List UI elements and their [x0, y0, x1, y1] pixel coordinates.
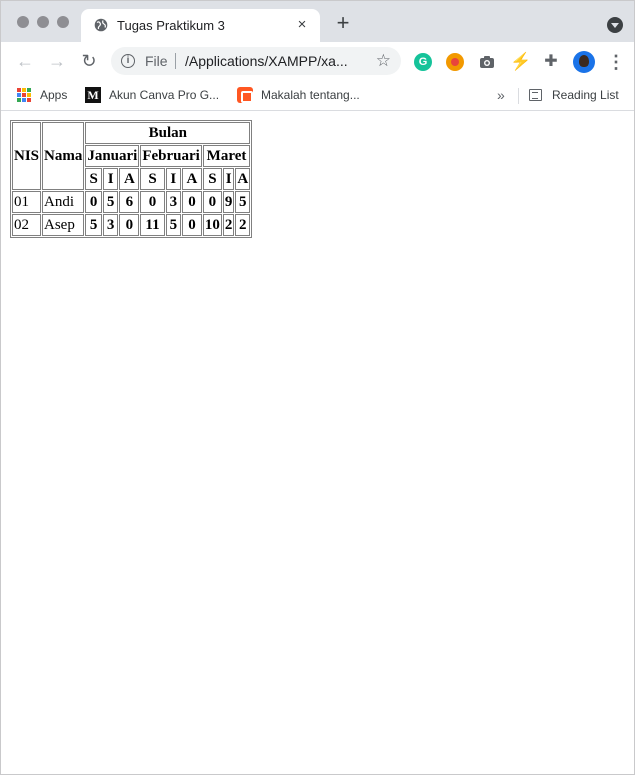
cell-nama: Andi: [42, 191, 85, 213]
cell-value: 9: [222, 191, 235, 213]
window-minimize-button[interactable]: [37, 16, 49, 28]
bookmark-makalah-label: Makalah tentang...: [261, 88, 360, 102]
menu-dots-icon[interactable]: ⋮: [607, 52, 625, 72]
page-content: NIS Nama Bulan Januari Februari Maret S …: [1, 112, 634, 774]
cell-value: 6: [119, 191, 140, 213]
header-month-januari: Januari: [85, 145, 140, 167]
cell-value: 5: [235, 191, 251, 213]
new-tab-button[interactable]: +: [333, 12, 353, 34]
cell-value: 3: [102, 214, 119, 236]
header-sub-a: A: [119, 168, 140, 190]
cell-value: 5: [102, 191, 119, 213]
reading-list-label: Reading List: [552, 88, 619, 102]
cell-value: 0: [182, 214, 202, 236]
cell-value: 3: [165, 191, 182, 213]
reading-list-button[interactable]: Reading List: [529, 85, 619, 105]
header-sub-i: I: [222, 168, 235, 190]
grammarly-extension-icon[interactable]: G: [414, 53, 432, 71]
lightning-extension-icon[interactable]: ⚡: [510, 53, 531, 71]
cell-value: 2: [222, 214, 235, 236]
profile-avatar[interactable]: [573, 51, 595, 73]
bookmark-apps[interactable]: Apps: [17, 85, 67, 105]
cell-value: 0: [202, 191, 222, 213]
header-sub-i: I: [165, 168, 182, 190]
cell-value: 0: [140, 191, 165, 213]
forward-button[interactable]: →: [47, 51, 67, 71]
bookmarks-bar: Apps M Akun Canva Pro G... Makalah tentan…: [1, 80, 634, 111]
header-month-maret: Maret: [202, 145, 251, 167]
cell-value: 5: [85, 214, 102, 236]
cell-nis: 02: [12, 214, 42, 236]
tab-title: Tugas Praktikum 3: [117, 18, 225, 33]
medium-m-icon: M: [85, 86, 101, 103]
cell-value: 0: [119, 214, 140, 236]
cell-value: 0: [182, 191, 202, 213]
window-close-button[interactable]: [17, 16, 29, 28]
bookmark-canva[interactable]: M Akun Canva Pro G...: [85, 85, 219, 105]
bookmarks-overflow-button[interactable]: »: [497, 85, 505, 105]
extensions-puzzle-icon[interactable]: ✚: [542, 53, 560, 71]
tab-strip: Tugas Praktikum 3 × +: [1, 1, 634, 42]
header-row-1: NIS Nama Bulan: [12, 122, 251, 190]
bookmark-apps-label: Apps: [40, 88, 68, 102]
header-bulan: Bulan: [85, 122, 251, 144]
info-icon[interactable]: i: [121, 54, 135, 68]
tab-active[interactable]: Tugas Praktikum 3 ×: [81, 9, 320, 42]
header-sub-s: S: [85, 168, 102, 190]
url-divider: [175, 53, 176, 69]
bookmark-makalah[interactable]: Makalah tentang...: [237, 85, 360, 105]
extension-orange-icon[interactable]: [446, 53, 464, 71]
toolbar: ← → ↻ i File /Applications/XAMPP/xa... ☆…: [1, 42, 634, 80]
cell-value: 5: [165, 214, 182, 236]
cell-nis: 01: [12, 191, 42, 213]
cell-nama: Asep: [42, 214, 85, 236]
camera-extension-icon[interactable]: [478, 53, 496, 71]
bookmark-star-icon[interactable]: ☆: [376, 51, 391, 71]
header-nis: NIS: [12, 122, 42, 190]
cell-value: 2: [235, 214, 251, 236]
cell-value: 0: [85, 191, 102, 213]
apps-grid-icon: [17, 87, 31, 102]
tab-close-icon[interactable]: ×: [294, 17, 310, 33]
header-month-februari: Februari: [140, 145, 202, 167]
header-sub-s: S: [202, 168, 222, 190]
url-text[interactable]: /Applications/XAMPP/xa...: [185, 53, 361, 69]
window-maximize-button[interactable]: [57, 16, 69, 28]
table-row: 01 Andi 0 5 6 0 3 0 0 9 5: [12, 191, 251, 213]
table-row: 02 Asep 5 3 0 11 5 0 10 2 2: [12, 214, 251, 236]
cell-value: 10: [202, 214, 222, 236]
browser-window: Tugas Praktikum 3 × + ← → ↻ i File /Appl…: [0, 0, 635, 775]
back-button[interactable]: ←: [15, 51, 35, 71]
tab-search-icon[interactable]: [607, 17, 623, 33]
bookmarks-divider: [518, 88, 519, 104]
reload-button[interactable]: ↻: [79, 51, 99, 71]
header-sub-a: A: [182, 168, 202, 190]
globe-icon: [94, 18, 108, 32]
attendance-table: NIS Nama Bulan Januari Februari Maret S …: [10, 120, 253, 238]
cell-value: 11: [140, 214, 165, 236]
header-sub-i: I: [102, 168, 119, 190]
address-bar[interactable]: i File /Applications/XAMPP/xa... ☆: [111, 47, 401, 75]
url-scheme-label: File: [145, 53, 168, 69]
header-sub-a: A: [235, 168, 251, 190]
blogger-icon: [237, 86, 253, 103]
header-sub-s: S: [140, 168, 165, 190]
bookmark-canva-label: Akun Canva Pro G...: [109, 88, 220, 102]
header-nama: Nama: [42, 122, 85, 190]
reading-list-icon: [529, 88, 542, 101]
